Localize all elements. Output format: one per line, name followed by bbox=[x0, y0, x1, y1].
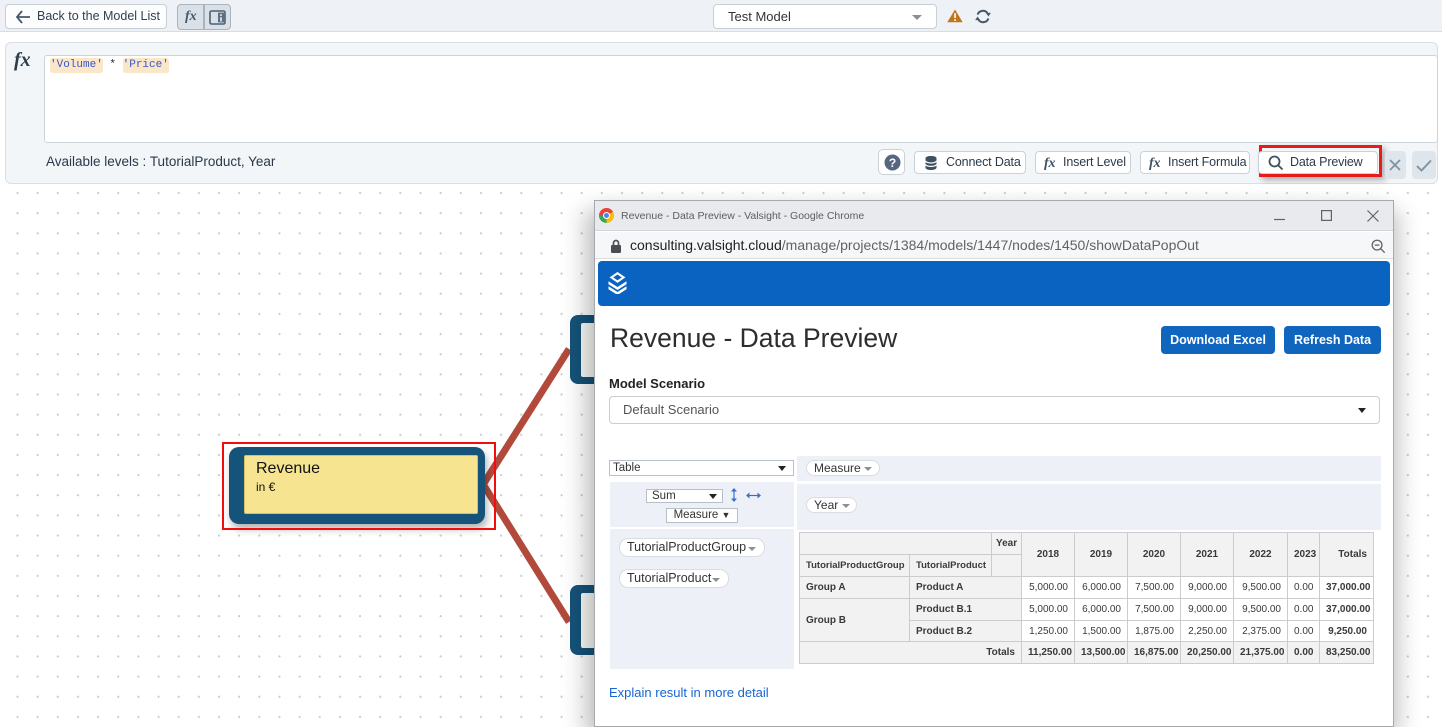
svg-text:?: ? bbox=[889, 156, 896, 170]
